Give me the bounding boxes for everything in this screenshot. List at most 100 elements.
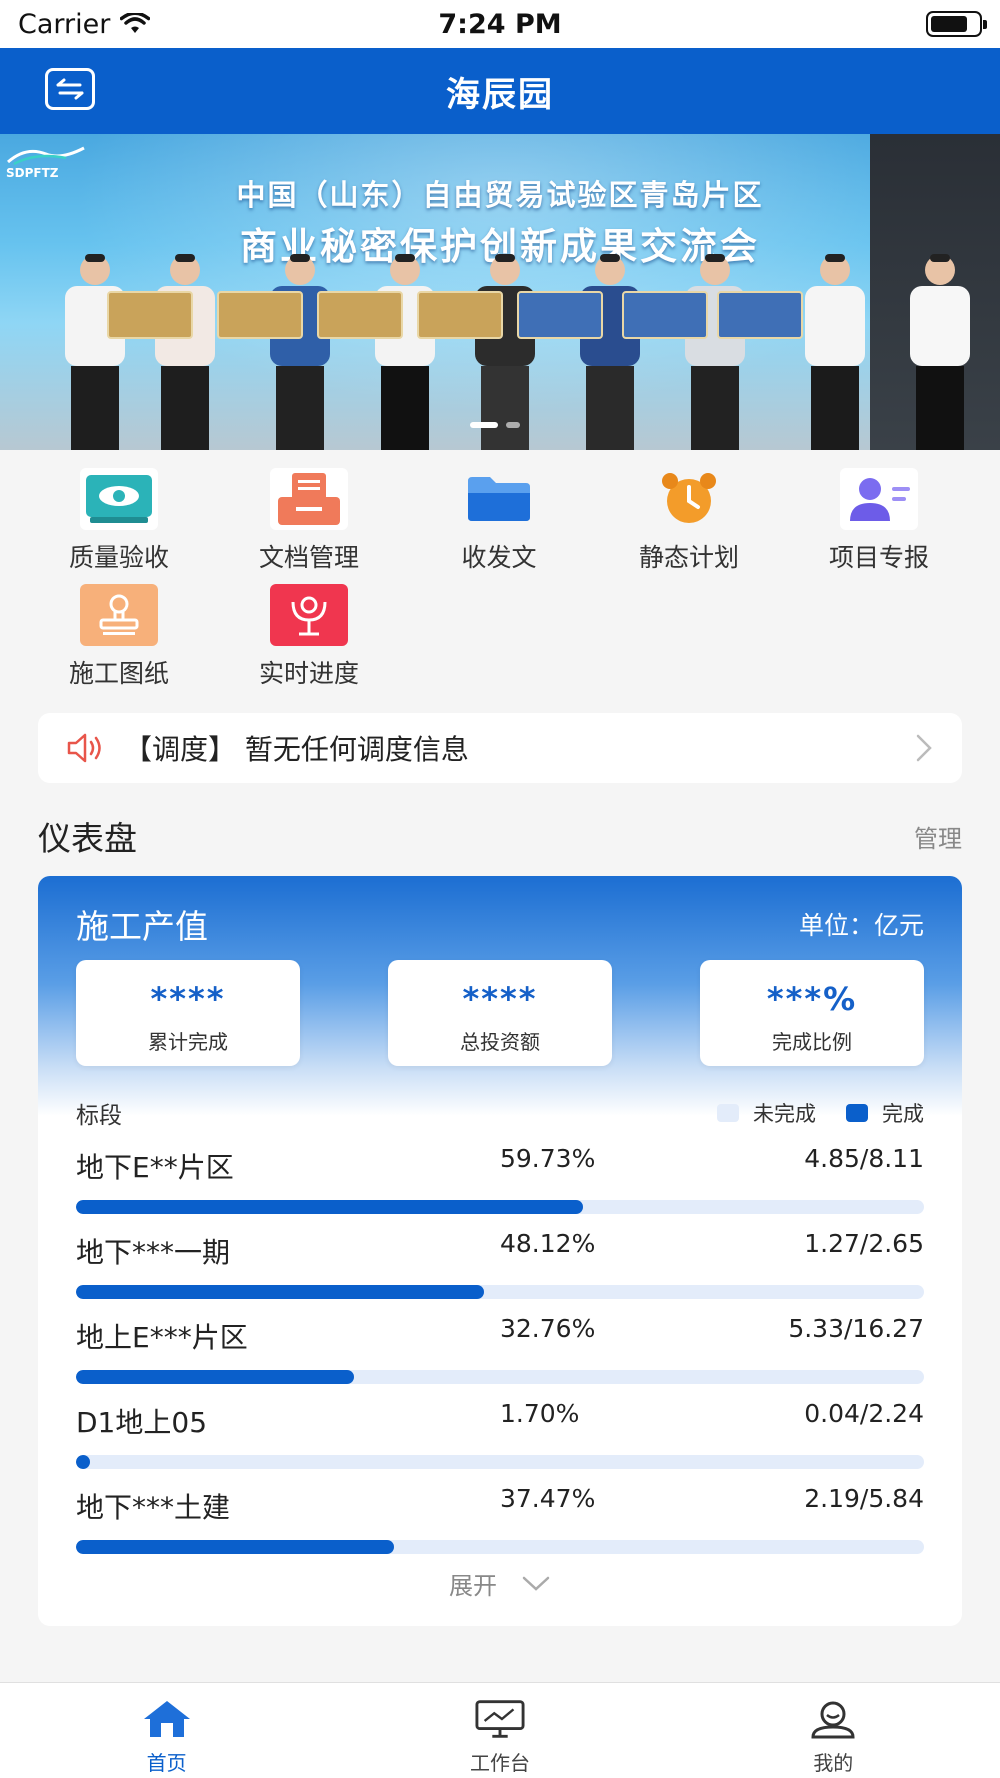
person-legs [811,366,859,450]
segment-legend-row: 标段 未完成 完成 [76,1096,924,1130]
banner-photo-people [65,254,970,450]
person-legs [691,366,739,450]
stat-total-investment[interactable]: **** 总投资额 [388,960,612,1066]
carousel-indicator[interactable] [470,422,520,428]
battery-icon [926,11,987,37]
row-name: 地上E***片区 [76,1321,248,1354]
dashboard-card-header: 施工产值 单位：亿元 [76,900,924,948]
stat-label: 完成比例 [772,1030,852,1054]
carrier-info: Carrier [18,8,151,40]
legend-label-incomplete: 未完成 [753,1102,816,1126]
segment-label: 标段 [76,1103,122,1129]
row-percent: 1.70% [500,1399,580,1428]
person-legs [916,366,964,450]
carousel-dot-1[interactable] [470,422,498,428]
row-name: 地下***一期 [76,1236,231,1269]
logo-icon [7,146,85,166]
tab-workbench[interactable]: 工作台 [333,1683,666,1778]
legend: 未完成 完成 [717,1098,924,1128]
progress-person-icon [270,584,348,646]
person-hair [290,254,310,262]
carrier-label: Carrier [18,8,111,40]
progress-track [76,1540,924,1554]
banner-carousel[interactable]: SDPFTZ 中国（山东）自由贸易试验区青岛片区 商业秘密保护创新成果交流会 [0,134,1000,450]
row-name: 地下E**片区 [76,1151,234,1184]
stat-value: **** [462,980,538,1018]
progress-track [76,1370,924,1384]
menu-item-static-plan[interactable]: 静态计划 [594,450,784,574]
progress-track [76,1455,924,1469]
progress-row[interactable]: 地下***土建 37.47% 2.19/5.84 [76,1478,924,1563]
menu-label: 项目专报 [828,543,929,572]
person-legs [381,366,429,450]
status-bar: Carrier 7:24 PM [0,0,1000,48]
menu-item-quality-acceptance[interactable]: 质量验收 [24,450,214,574]
award-plaque [717,291,803,339]
stat-value: ***% [766,980,858,1018]
tab-home[interactable]: 首页 [0,1683,333,1778]
progress-track [76,1200,924,1214]
award-plaque [622,291,708,339]
row-ratio: 0.04/2.24 [804,1399,924,1428]
stat-cumulative-completed[interactable]: **** 累计完成 [76,960,300,1066]
menu-label: 静态计划 [638,543,739,572]
progress-fill [76,1285,485,1299]
row-ratio: 2.19/5.84 [804,1484,924,1513]
person-legs [481,366,529,450]
carousel-dot-2[interactable] [506,422,520,428]
stat-completion-ratio[interactable]: ***% 完成比例 [700,960,924,1066]
legend-swatch-incomplete [717,1104,739,1122]
stamp-icon [80,584,158,646]
home-icon [142,1697,192,1741]
switch-icon [56,78,84,100]
person-hair [175,254,195,262]
alarm-clock-icon [650,468,728,530]
dispatch-notice[interactable]: 【调度】 暂无任何调度信息 [38,713,962,783]
menu-item-incoming-outgoing[interactable]: 收发文 [404,450,594,574]
expand-button[interactable]: 展开 [38,1566,962,1601]
progress-row[interactable]: 地下E**片区 59.73% 4.85/8.11 [76,1138,924,1223]
switch-button[interactable] [45,68,95,110]
tab-label: 我的 [813,1751,854,1775]
tab-mine[interactable]: 我的 [667,1683,1000,1778]
stat-label: 总投资额 [460,1030,540,1054]
menu-item-construction-drawings[interactable]: 施工图纸 [24,566,214,690]
progress-row[interactable]: 地上E***片区 32.76% 5.33/16.27 [76,1308,924,1393]
legend-swatch-complete [846,1104,868,1122]
page-title: 海辰园 [446,74,554,115]
progress-row[interactable]: 地下***一期 48.12% 1.27/2.65 [76,1223,924,1308]
progress-fill [76,1540,394,1554]
progress-row[interactable]: D1地上05 1.70% 0.04/2.24 [76,1393,924,1478]
person-legs [161,366,209,450]
menu-item-document-management[interactable]: 文档管理 [214,450,404,574]
person-hair [395,254,415,262]
person-hair [930,254,950,262]
section-title: 仪表盘 [38,819,137,858]
menu-item-project-report[interactable]: 项目专报 [784,450,974,574]
nav-bar: 海辰园 [0,48,1000,134]
stat-label: 累计完成 [148,1030,228,1054]
banner-headline: 中国（山东）自由贸易试验区青岛片区 [236,178,764,212]
row-name: 地下***土建 [76,1491,231,1524]
segment-progress-list: 地下E**片区 59.73% 4.85/8.11 地下***一期 48.12% … [76,1138,924,1563]
bottom-tab-bar: 首页 工作台 我的 [0,1682,1000,1778]
manage-link[interactable]: 管理 [914,819,962,854]
menu-label: 收发文 [461,543,537,572]
progress-track [76,1285,924,1299]
award-plaque [107,291,193,339]
dashboard-header: 仪表盘 管理 [38,812,962,860]
person-legs [276,366,324,450]
person-legs [586,366,634,450]
award-plaque [417,291,503,339]
document-tray-icon [270,468,348,530]
row-ratio: 5.33/16.27 [788,1314,924,1343]
menu-item-realtime-progress[interactable]: 实时进度 [214,566,404,690]
chevron-right-icon [916,734,932,762]
card-title: 施工产值 [76,907,208,946]
function-menu: 质量验收 文档管理 收发文 静态计划 项目专报 施工图纸 实时进度 [0,450,1000,690]
person-hair [495,254,515,262]
row-percent: 32.76% [500,1314,596,1343]
stat-value: **** [150,980,226,1018]
wifi-icon [120,13,151,33]
dashboard-card: 施工产值 单位：亿元 **** 累计完成 **** 总投资额 ***% 完成比例… [38,876,962,1626]
